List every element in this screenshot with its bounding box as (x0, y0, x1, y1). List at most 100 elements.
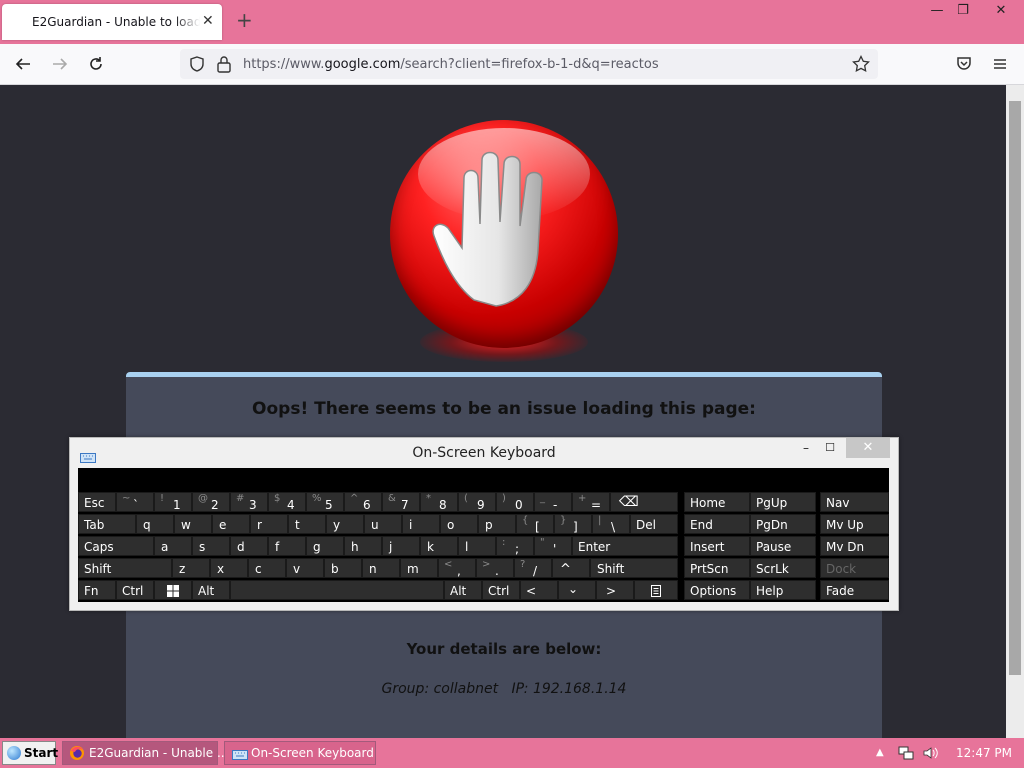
key-t[interactable]: t (288, 514, 326, 534)
key-6[interactable]: ^ 6 (344, 492, 382, 512)
key-insert[interactable]: Insert (684, 536, 750, 556)
key-f[interactable]: f (268, 536, 306, 556)
tab-e2guardian[interactable]: E2Guardian - Unable to load web page ✕ (2, 4, 222, 40)
key-7[interactable]: & 7 (382, 492, 420, 512)
start-button[interactable]: Start (2, 741, 58, 765)
key-move-up[interactable]: Mv Up (820, 514, 889, 534)
lock-icon[interactable] (216, 55, 232, 77)
new-tab-icon[interactable]: + (236, 10, 253, 30)
key-w[interactable]: w (174, 514, 212, 534)
key-move-down[interactable]: Mv Dn (820, 536, 889, 556)
tray-expand-icon[interactable]: ▲ (876, 747, 884, 758)
menu-icon[interactable] (989, 53, 1011, 75)
key-right-bracket[interactable]: }] (554, 514, 592, 534)
key-e[interactable]: e (212, 514, 250, 534)
key-tab[interactable]: Tab (78, 514, 136, 534)
key-j[interactable]: j (382, 536, 420, 556)
osk-close-button[interactable]: ✕ (846, 438, 890, 458)
key-x[interactable]: x (210, 558, 248, 578)
key-slash[interactable]: ? / (514, 558, 552, 578)
key-c[interactable]: c (248, 558, 286, 578)
key-5[interactable]: % 5 (306, 492, 344, 512)
key-pause[interactable]: Pause (750, 536, 816, 556)
key-options[interactable]: Options (684, 580, 750, 600)
key-backslash[interactable]: | \ (592, 514, 630, 534)
key-shift-right[interactable]: Shift (590, 558, 678, 578)
key-nav[interactable]: Nav (820, 492, 889, 512)
key-u[interactable]: u (364, 514, 402, 534)
key-enter[interactable]: Enter (572, 536, 678, 556)
key-home[interactable]: Home (684, 492, 750, 512)
key-fn[interactable]: Fn (78, 580, 116, 600)
key-alt-right[interactable]: Alt (444, 580, 482, 600)
key-left-bracket[interactable]: {[ (516, 514, 554, 534)
address-bar[interactable]: https://www.google.com/search?client=fir… (180, 49, 878, 79)
key-3[interactable]: #3 (230, 492, 268, 512)
key-p[interactable]: p (478, 514, 516, 534)
key-period[interactable]: >. (476, 558, 514, 578)
key-l[interactable]: l (458, 536, 496, 556)
key-tilde[interactable]: ~ ` (116, 492, 154, 512)
key-m[interactable]: m (400, 558, 438, 578)
key-b[interactable]: b (324, 558, 362, 578)
key-scrlk[interactable]: ScrLk (750, 558, 816, 578)
key-comma[interactable]: <, (438, 558, 476, 578)
back-icon[interactable] (12, 53, 34, 75)
pocket-icon[interactable] (953, 53, 975, 75)
key-ctrl-left[interactable]: Ctrl (116, 580, 154, 600)
key-quote[interactable]: " ' (534, 536, 572, 556)
network-icon[interactable] (898, 745, 914, 765)
bookmark-star-icon[interactable] (852, 54, 870, 77)
key-prtscn[interactable]: PrtScn (684, 558, 750, 578)
key-ctrl-right[interactable]: Ctrl (482, 580, 520, 600)
key-8[interactable]: * 8 (420, 492, 458, 512)
key-s[interactable]: s (192, 536, 230, 556)
osk-minimize-button[interactable]: – (798, 441, 814, 455)
key-v[interactable]: v (286, 558, 324, 578)
key-arrow-right[interactable]: > (596, 580, 634, 600)
key-fade[interactable]: Fade (820, 580, 889, 600)
key-arrow-up[interactable]: ^ (552, 558, 590, 578)
key-o[interactable]: o (440, 514, 478, 534)
key-menu[interactable] (634, 580, 678, 600)
key-9[interactable]: (9 (458, 492, 496, 512)
osk-title-bar[interactable]: On-Screen Keyboard – ☐ ✕ (70, 438, 898, 468)
key-2[interactable]: @2 (192, 492, 230, 512)
key-k[interactable]: k (420, 536, 458, 556)
taskbar-item-firefox[interactable]: E2Guardian - Unable ... (62, 741, 228, 765)
key-h[interactable]: h (344, 536, 382, 556)
reload-icon[interactable] (85, 53, 107, 75)
shield-icon[interactable] (188, 55, 206, 77)
key-windows[interactable] (154, 580, 192, 600)
key-y[interactable]: y (326, 514, 364, 534)
window-restore-icon[interactable]: ❐ (946, 0, 980, 22)
key-q[interactable]: q (136, 514, 174, 534)
key-d[interactable]: d (230, 536, 268, 556)
key-4[interactable]: $4 (268, 492, 306, 512)
page-scrollbar[interactable] (1006, 85, 1024, 738)
key-i[interactable]: i (402, 514, 440, 534)
key-arrow-down[interactable]: ⌄ (558, 580, 596, 600)
key-end[interactable]: End (684, 514, 750, 534)
key-esc[interactable]: Esc (78, 492, 116, 512)
key-backspace[interactable]: ⌫ (610, 492, 678, 512)
key-shift-left[interactable]: Shift (78, 558, 172, 578)
key-arrow-left[interactable]: < (520, 580, 558, 600)
key-alt-left[interactable]: Alt (192, 580, 230, 600)
window-close-icon[interactable]: ✕ (984, 0, 1018, 22)
key-0[interactable]: ) 0 (496, 492, 534, 512)
key-g[interactable]: g (306, 536, 344, 556)
osk-maximize-button[interactable]: ☐ (822, 441, 838, 455)
key-a[interactable]: a (154, 536, 192, 556)
clock[interactable]: 12:47 PM (956, 746, 1012, 760)
key-del[interactable]: Del (630, 514, 678, 534)
key-r[interactable]: r (250, 514, 288, 534)
key-semicolon[interactable]: :; (496, 536, 534, 556)
key-help[interactable]: Help (750, 580, 816, 600)
taskbar-item-osk[interactable]: On-Screen Keyboard (224, 741, 376, 765)
scrollbar-thumb[interactable] (1009, 101, 1021, 675)
key-z[interactable]: z (172, 558, 210, 578)
key-1[interactable]: ! 1 (154, 492, 192, 512)
tab-close-icon[interactable]: ✕ (202, 13, 214, 29)
key-minus[interactable]: _ - (534, 492, 572, 512)
